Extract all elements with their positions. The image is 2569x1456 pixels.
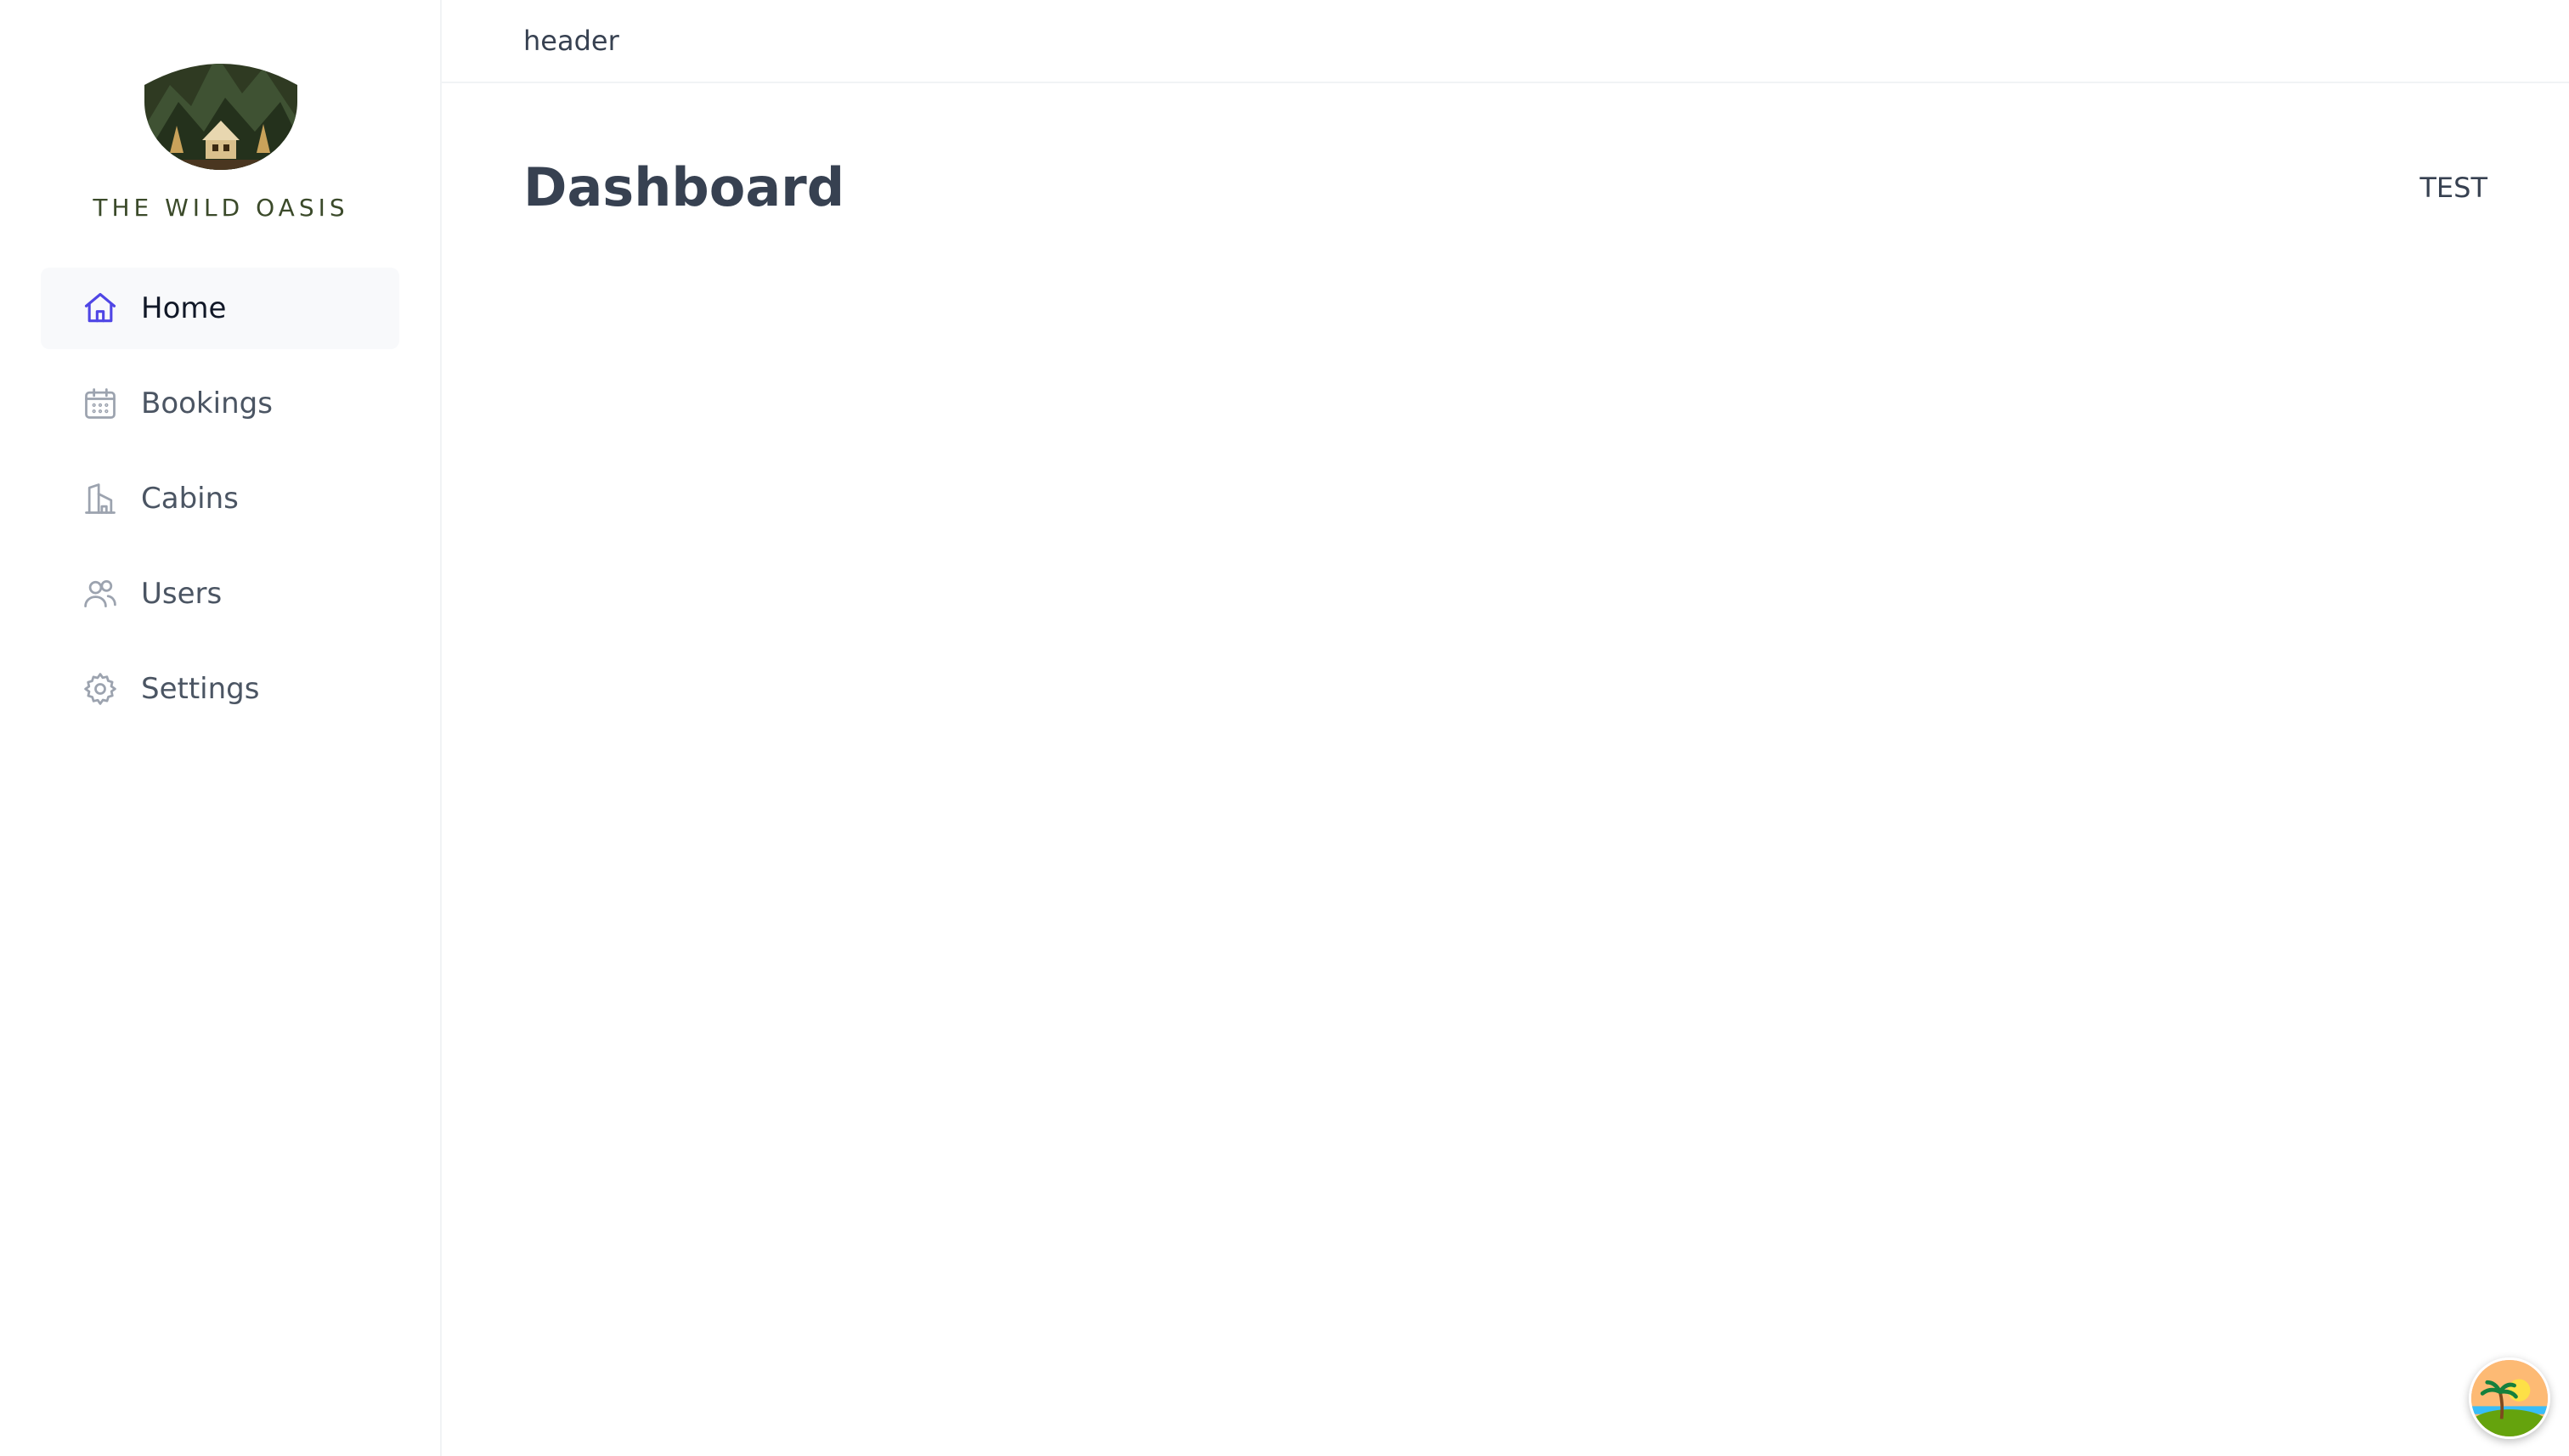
mountain-cabin-logo xyxy=(144,64,297,170)
sidebar: THE WILD OASIS Home Bookings Cabins User… xyxy=(0,0,442,1456)
header-bar: header xyxy=(442,0,2569,83)
home-icon xyxy=(82,290,119,327)
sidebar-item-label: Home xyxy=(141,291,227,325)
main-area: header Dashboard TEST xyxy=(442,0,2569,1456)
gear-icon xyxy=(82,670,119,708)
users-icon xyxy=(82,575,119,612)
brand-name: THE WILD OASIS xyxy=(93,194,349,222)
sidebar-item-label: Bookings xyxy=(141,387,273,420)
sidebar-item-settings[interactable]: Settings xyxy=(41,648,399,730)
calendar-icon xyxy=(82,385,119,422)
sidebar-item-bookings[interactable]: Bookings xyxy=(41,363,399,444)
sidebar-item-label: Settings xyxy=(141,672,260,706)
sidebar-item-home[interactable]: Home xyxy=(41,268,399,349)
page-title: Dashboard xyxy=(523,156,845,218)
sidebar-item-label: Users xyxy=(141,577,223,611)
sidebar-item-label: Cabins xyxy=(141,482,239,516)
app-root: THE WILD OASIS Home Bookings Cabins User… xyxy=(0,0,2569,1456)
sidebar-item-users[interactable]: Users xyxy=(41,553,399,635)
sidebar-item-cabins[interactable]: Cabins xyxy=(41,458,399,539)
palm-island-button[interactable] xyxy=(2469,1357,2550,1439)
header-text: header xyxy=(523,25,619,57)
test-label: TEST xyxy=(2419,171,2487,204)
palm-island-icon xyxy=(2471,1360,2548,1436)
logo: THE WILD OASIS xyxy=(0,51,442,222)
content-row: Dashboard TEST xyxy=(442,83,2569,218)
building-icon xyxy=(82,480,119,517)
sidebar-nav: Home Bookings Cabins Users Settings xyxy=(0,268,440,730)
